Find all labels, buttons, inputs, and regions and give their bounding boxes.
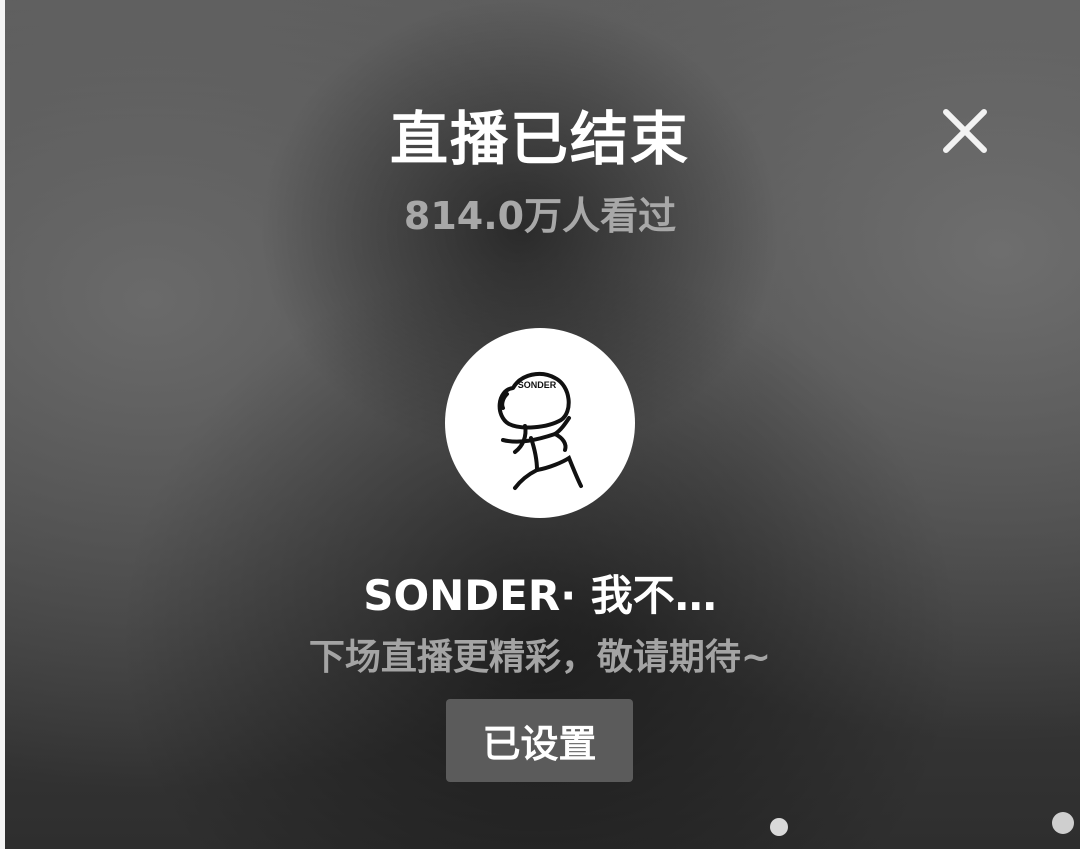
streamer-name[interactable]: SONDER· 我不… [0,562,1080,623]
live-ended-screen: 直播已结束 814.0万人看过 SONDER SONDER· 我不… 下场直播更… [0,0,1080,849]
viewer-count: 814.0万人看过 [403,194,677,238]
watermark-dot-right [1052,812,1074,834]
stick-figure-avatar-icon: SONDER [497,371,583,490]
page-title: 直播已结束 [389,105,690,173]
next-live-message: 下场直播更精彩，敬请期待~ [308,637,772,678]
reminder-set-label: 已设置 [482,722,597,766]
reminder-set-button[interactable]: 已设置 [446,699,633,782]
watermark-dot-left [770,818,788,836]
avatar[interactable]: SONDER [445,328,635,518]
avatar-label: SONDER [518,380,557,390]
